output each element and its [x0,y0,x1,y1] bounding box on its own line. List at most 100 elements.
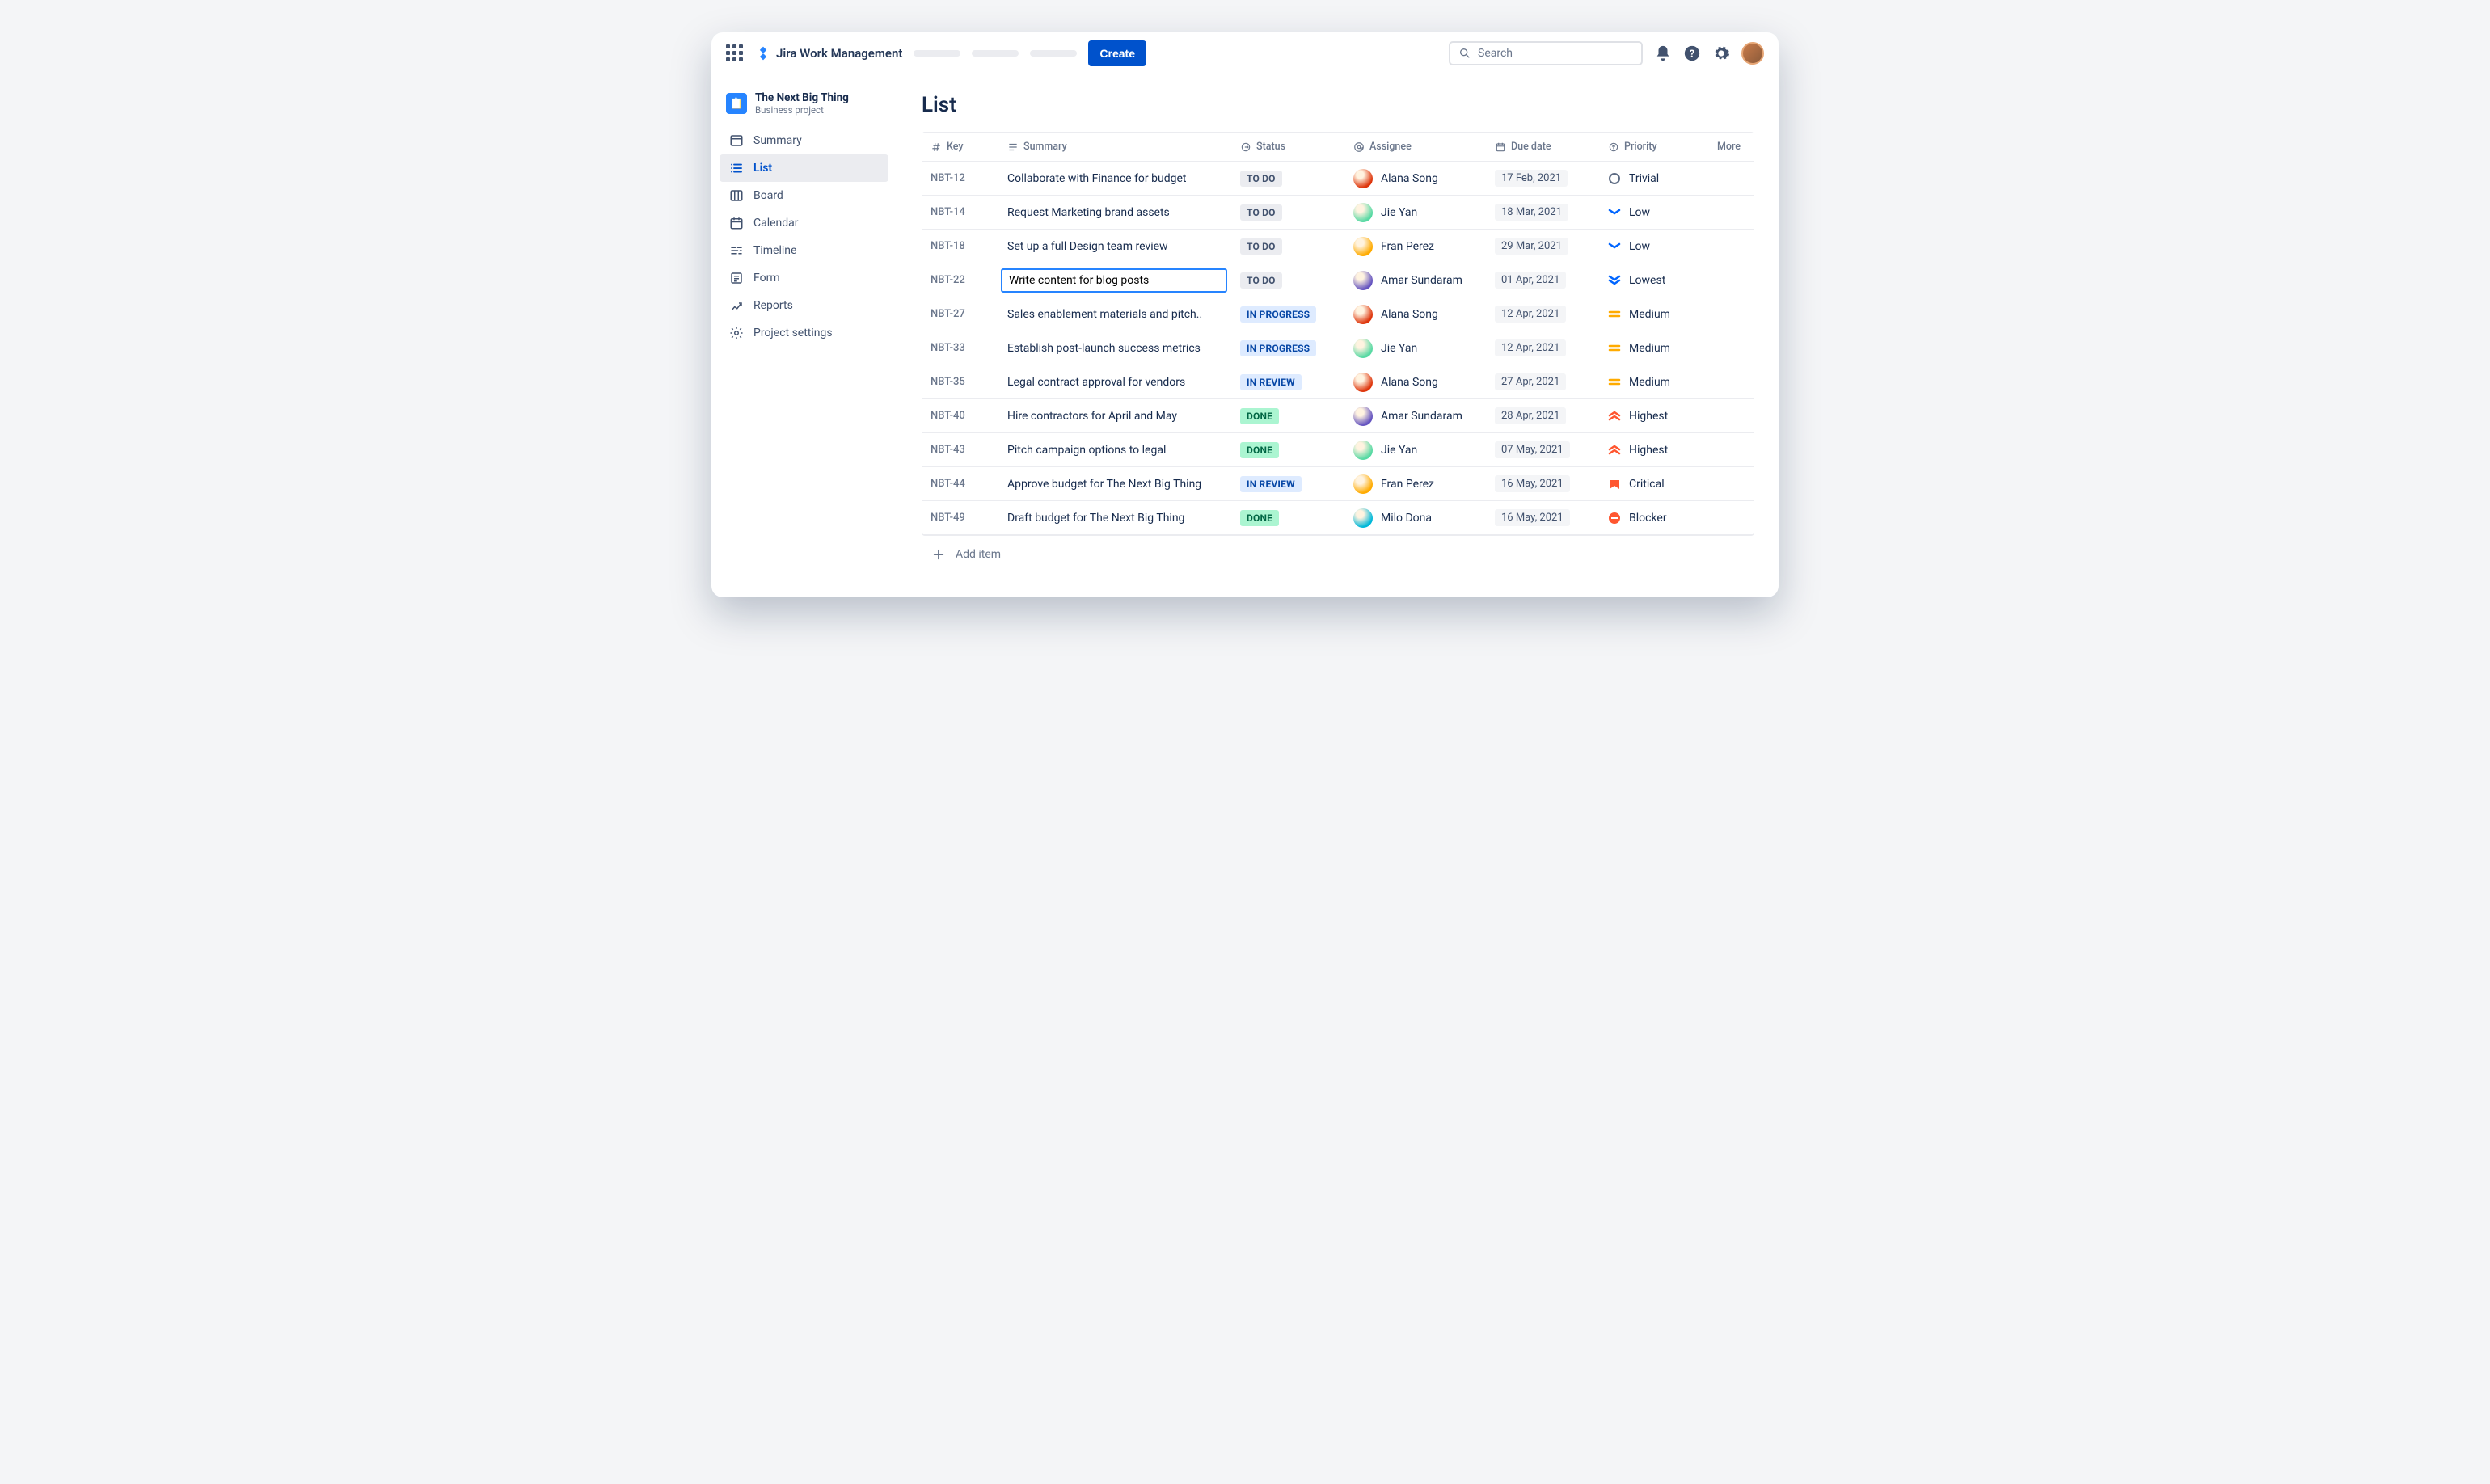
summary-cell[interactable]: Set up a full Design team review [999,234,1232,259]
column-due-date[interactable]: Due date [1487,133,1600,161]
key-cell[interactable]: NBT-22 [922,268,999,292]
priority-cell[interactable]: Low [1600,234,1705,259]
sidebar-item-project-settings[interactable]: Project settings [720,319,888,347]
column-more[interactable]: More [1705,133,1754,161]
app-switcher-icon[interactable] [726,44,744,62]
status-cell[interactable]: IN REVIEW [1232,470,1345,498]
key-cell[interactable]: NBT-49 [922,506,999,529]
add-item-button[interactable]: Add item [922,536,1754,573]
status-cell[interactable]: TO DO [1232,165,1345,192]
status-cell[interactable]: TO DO [1232,233,1345,260]
priority-cell[interactable]: Medium [1600,336,1705,360]
table-row[interactable]: NBT-49Draft budget for The Next Big Thin… [922,501,1754,535]
sidebar-item-list[interactable]: List [720,154,888,182]
priority-cell[interactable]: Critical [1600,472,1705,496]
key-cell[interactable]: NBT-18 [922,234,999,258]
priority-cell[interactable]: Lowest [1600,268,1705,293]
user-avatar[interactable] [1741,42,1764,65]
priority-cell[interactable]: Highest [1600,438,1705,462]
project-header[interactable]: The Next Big Thing Business project [720,88,888,127]
summary-cell[interactable]: Sales enablement materials and pitch.. [999,302,1232,327]
key-cell[interactable]: NBT-14 [922,200,999,224]
due-date-cell[interactable]: 18 Mar, 2021 [1487,198,1600,226]
status-cell[interactable]: DONE [1232,504,1345,532]
table-row[interactable]: NBT-44Approve budget for The Next Big Th… [922,467,1754,501]
key-cell[interactable]: NBT-43 [922,438,999,462]
key-cell[interactable]: NBT-40 [922,404,999,428]
due-date-cell[interactable]: 28 Apr, 2021 [1487,402,1600,430]
sidebar-item-board[interactable]: Board [720,182,888,209]
key-cell[interactable]: NBT-35 [922,370,999,394]
summary-cell[interactable]: Draft budget for The Next Big Thing [999,506,1232,530]
summary-edit-input[interactable]: Write content for blog posts [1001,268,1227,293]
assignee-cell[interactable]: Alana Song [1345,163,1487,194]
assignee-cell[interactable]: Fran Perez [1345,231,1487,262]
priority-cell[interactable]: Medium [1600,370,1705,394]
assignee-cell[interactable]: Jie Yan [1345,333,1487,364]
due-date-cell[interactable]: 12 Apr, 2021 [1487,334,1600,362]
priority-cell[interactable]: Blocker [1600,506,1705,530]
summary-cell[interactable]: Pitch campaign options to legal [999,438,1232,462]
status-cell[interactable]: TO DO [1232,199,1345,226]
assignee-cell[interactable]: Amar Sundaram [1345,265,1487,296]
due-date-cell[interactable]: 01 Apr, 2021 [1487,266,1600,294]
sidebar-item-calendar[interactable]: Calendar [720,209,888,237]
assignee-cell[interactable]: Fran Perez [1345,469,1487,500]
priority-cell[interactable]: Medium [1600,302,1705,327]
table-row[interactable]: NBT-22Write content for blog postsTO DOA… [922,263,1754,297]
due-date-cell[interactable]: 27 Apr, 2021 [1487,368,1600,396]
table-row[interactable]: NBT-12Collaborate with Finance for budge… [922,162,1754,196]
summary-cell[interactable]: Collaborate with Finance for budget [999,167,1232,191]
status-cell[interactable]: IN PROGRESS [1232,335,1345,362]
key-cell[interactable]: NBT-44 [922,472,999,495]
due-date-cell[interactable]: 16 May, 2021 [1487,470,1600,498]
table-row[interactable]: NBT-27Sales enablement materials and pit… [922,297,1754,331]
table-row[interactable]: NBT-35Legal contract approval for vendor… [922,365,1754,399]
status-cell[interactable]: TO DO [1232,267,1345,294]
table-row[interactable]: NBT-43Pitch campaign options to legalDON… [922,433,1754,467]
assignee-cell[interactable]: Milo Dona [1345,503,1487,533]
settings-icon[interactable] [1712,44,1730,62]
due-date-cell[interactable]: 16 May, 2021 [1487,504,1600,532]
column-summary[interactable]: Summary [999,133,1232,161]
due-date-cell[interactable]: 29 Mar, 2021 [1487,232,1600,260]
due-date-cell[interactable]: 07 May, 2021 [1487,436,1600,464]
priority-cell[interactable]: Low [1600,200,1705,225]
assignee-cell[interactable]: Alana Song [1345,299,1487,330]
due-date-cell[interactable]: 17 Feb, 2021 [1487,164,1600,192]
summary-cell[interactable]: Establish post-launch success metrics [999,336,1232,360]
table-row[interactable]: NBT-40Hire contractors for April and May… [922,399,1754,433]
summary-cell[interactable]: Legal contract approval for vendors [999,370,1232,394]
column-key[interactable]: Key [922,133,999,161]
summary-cell[interactable]: Request Marketing brand assets [999,200,1232,225]
key-cell[interactable]: NBT-33 [922,336,999,360]
column-priority[interactable]: Priority [1600,133,1705,161]
priority-cell[interactable]: Trivial [1600,167,1705,191]
sidebar-item-form[interactable]: Form [720,264,888,292]
summary-cell[interactable]: Hire contractors for April and May [999,404,1232,428]
assignee-cell[interactable]: Alana Song [1345,367,1487,398]
column-status[interactable]: Status [1232,133,1345,161]
table-row[interactable]: NBT-14Request Marketing brand assetsTO D… [922,196,1754,230]
search-input[interactable]: Search [1449,41,1643,65]
status-cell[interactable]: DONE [1232,403,1345,430]
sidebar-item-reports[interactable]: Reports [720,292,888,319]
table-row[interactable]: NBT-18Set up a full Design team reviewTO… [922,230,1754,263]
status-cell[interactable]: IN REVIEW [1232,369,1345,396]
table-row[interactable]: NBT-33Establish post-launch success metr… [922,331,1754,365]
summary-cell[interactable]: Approve budget for The Next Big Thing [999,472,1232,496]
create-button[interactable]: Create [1088,40,1146,66]
assignee-cell[interactable]: Jie Yan [1345,197,1487,228]
due-date-cell[interactable]: 12 Apr, 2021 [1487,300,1600,328]
column-assignee[interactable]: Assignee [1345,133,1487,161]
key-cell[interactable]: NBT-12 [922,167,999,190]
status-cell[interactable]: DONE [1232,436,1345,464]
key-cell[interactable]: NBT-27 [922,302,999,326]
assignee-cell[interactable]: Jie Yan [1345,435,1487,466]
sidebar-item-summary[interactable]: Summary [720,127,888,154]
priority-cell[interactable]: Highest [1600,404,1705,428]
product-logo[interactable]: Jira Work Management [755,45,902,61]
status-cell[interactable]: IN PROGRESS [1232,301,1345,328]
sidebar-item-timeline[interactable]: Timeline [720,237,888,264]
assignee-cell[interactable]: Amar Sundaram [1345,401,1487,432]
